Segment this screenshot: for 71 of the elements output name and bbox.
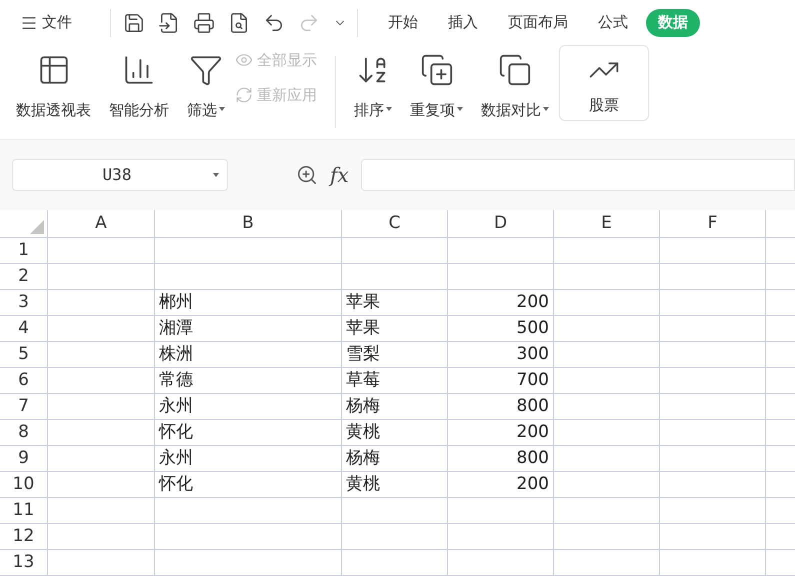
row-header[interactable]: 8	[0, 420, 48, 445]
row-header[interactable]: 2	[0, 264, 48, 289]
table-cell: 杨梅	[346, 450, 380, 467]
ribbon-tab[interactable]: 页面布局	[496, 8, 580, 36]
column-header[interactable]: A	[48, 210, 155, 237]
table-cell: 永州	[159, 450, 193, 467]
row-header[interactable]: 5	[0, 342, 48, 367]
save-button[interactable]	[123, 12, 145, 34]
copy-plus-icon	[420, 53, 454, 87]
row-header[interactable]: 3	[0, 290, 48, 315]
row-header[interactable]: 4	[0, 316, 48, 341]
column-header[interactable]: C	[342, 210, 448, 237]
export-button[interactable]	[158, 12, 180, 34]
table-cell: 500	[516, 320, 549, 337]
table-cell: 雪梨	[346, 346, 380, 363]
table-cell: 800	[516, 450, 549, 467]
column-header[interactable]: F	[660, 210, 766, 237]
print-button[interactable]	[193, 12, 215, 34]
ribbon-button[interactable]: 股票	[559, 45, 649, 121]
table-cell: 200	[516, 294, 549, 311]
formula-input[interactable]	[360, 159, 795, 191]
print-icon	[193, 12, 215, 34]
fx-label[interactable]: fx	[330, 160, 349, 190]
row-header[interactable]: 7	[0, 394, 48, 419]
table-cell: 杨梅	[346, 398, 380, 415]
table-cell: 苹果	[346, 294, 380, 311]
ribbon-tab[interactable]: 公式	[586, 8, 640, 36]
table-cell: 怀化	[159, 424, 193, 441]
row-header[interactable]: 9	[0, 446, 48, 471]
ribbon-button[interactable]: 数据对比	[473, 45, 557, 125]
table-cell: 怀化	[159, 476, 193, 493]
table-cell: 700	[516, 372, 549, 389]
ribbon-button[interactable]: 筛选	[179, 45, 233, 125]
table-cell: 草莓	[346, 372, 380, 389]
save-icon	[123, 12, 145, 34]
name-box[interactable]: U38	[12, 159, 228, 191]
ribbon-button[interactable]: 数据透视表	[8, 45, 99, 125]
dropdown-caret-icon	[213, 173, 219, 177]
row-header[interactable]: 13	[0, 550, 48, 575]
table-cell: 常德	[159, 372, 193, 389]
row-header[interactable]: 11	[0, 498, 48, 523]
row-header[interactable]: 6	[0, 368, 48, 393]
ribbon-button[interactable]: 重复项	[402, 45, 471, 125]
column-header[interactable]: E	[554, 210, 660, 237]
table-cell: 苹果	[346, 320, 380, 337]
table-cell: 黄桃	[346, 476, 380, 493]
column-header[interactable]: B	[155, 210, 342, 237]
column-header[interactable]: D	[448, 210, 554, 237]
table-cell: 黄桃	[346, 424, 380, 441]
table-cell: 郴州	[159, 294, 193, 311]
row-header[interactable]: 10	[0, 472, 48, 497]
preview-button[interactable]	[228, 12, 250, 34]
ribbon-tab[interactable]: 开始	[376, 8, 430, 36]
ribbon-tab[interactable]: 插入	[436, 8, 490, 36]
file-search-icon	[228, 12, 250, 34]
table-cell: 800	[516, 398, 549, 415]
table-cell: 湘潭	[159, 320, 193, 337]
row-header[interactable]: 12	[0, 524, 48, 549]
table-cell: 永州	[159, 398, 193, 415]
table-cell: 200	[516, 476, 549, 493]
copy-icon	[498, 53, 532, 87]
table-cell: 200	[516, 424, 549, 441]
file-menu-button[interactable]: 文件	[20, 11, 72, 34]
zoom-icon[interactable]	[296, 164, 318, 186]
ribbon-button[interactable]: 排序	[346, 45, 400, 125]
table-cell: 株洲	[159, 346, 193, 363]
refresh-icon	[235, 86, 253, 104]
row-header[interactable]: 1	[0, 238, 48, 263]
ribbon-button[interactable]: 智能分析	[101, 45, 177, 125]
file-arrow-icon	[158, 12, 180, 34]
table-cell: 300	[516, 346, 549, 363]
